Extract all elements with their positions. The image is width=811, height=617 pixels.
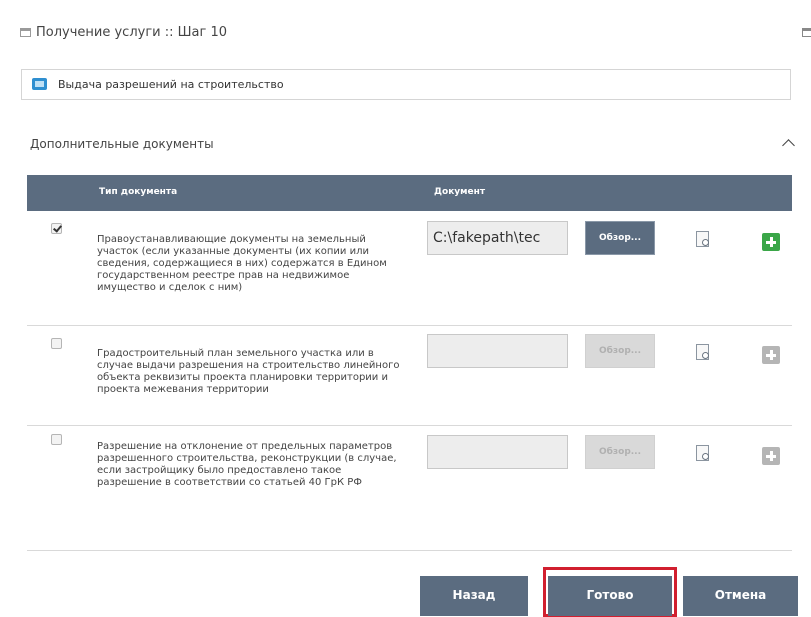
column-header-type: Тип документа: [99, 187, 178, 197]
add-document-icon[interactable]: [762, 447, 780, 465]
add-document-icon[interactable]: [762, 233, 780, 251]
documents-table: Тип документа Документ Правоустанавливаю…: [27, 175, 792, 555]
file-path-field[interactable]: C:\fakepath\tec: [427, 221, 568, 255]
service-icon: [32, 78, 47, 90]
cancel-button[interactable]: Отмена: [683, 576, 798, 616]
browse-button[interactable]: Обзор...: [585, 334, 655, 368]
done-button[interactable]: Готово: [548, 576, 672, 616]
chevron-up-icon[interactable]: [783, 138, 795, 150]
service-name: Выдача разрешений на строительство: [58, 78, 284, 91]
browse-button[interactable]: Обзор...: [585, 435, 655, 469]
file-path-field[interactable]: [427, 334, 568, 368]
table-row: Правоустанавливающие документы на земель…: [27, 211, 792, 326]
service-name-box: Выдача разрешений на строительство: [21, 69, 791, 100]
view-document-icon[interactable]: [696, 231, 709, 247]
table-row: Разрешение на отклонение от предельных п…: [27, 426, 792, 551]
maximize-icon[interactable]: [802, 28, 811, 37]
add-document-icon[interactable]: [762, 346, 780, 364]
table-row: Градостроительный план земельного участк…: [27, 326, 792, 426]
column-header-document: Документ: [434, 187, 486, 197]
file-path-field[interactable]: [427, 435, 568, 469]
document-type-text: Разрешение на отклонение от предельных п…: [97, 441, 397, 488]
dialog-title: Получение услуги :: Шаг 10: [36, 25, 228, 40]
document-type-text: Градостроительный план земельного участк…: [97, 348, 400, 395]
section-title: Дополнительные документы: [30, 137, 214, 151]
row-checkbox[interactable]: [51, 223, 62, 234]
row-checkbox[interactable]: [51, 434, 62, 445]
view-document-icon[interactable]: [696, 445, 709, 461]
back-button[interactable]: Назад: [420, 576, 528, 616]
view-document-icon[interactable]: [696, 344, 709, 360]
row-checkbox[interactable]: [51, 338, 62, 349]
dialog-header: Получение услуги :: Шаг 10: [20, 22, 811, 46]
browse-button[interactable]: Обзор...: [585, 221, 655, 255]
document-type-text: Правоустанавливающие документы на земель…: [97, 234, 387, 293]
window-icon: [20, 28, 31, 37]
table-header: Тип документа Документ: [27, 175, 792, 211]
